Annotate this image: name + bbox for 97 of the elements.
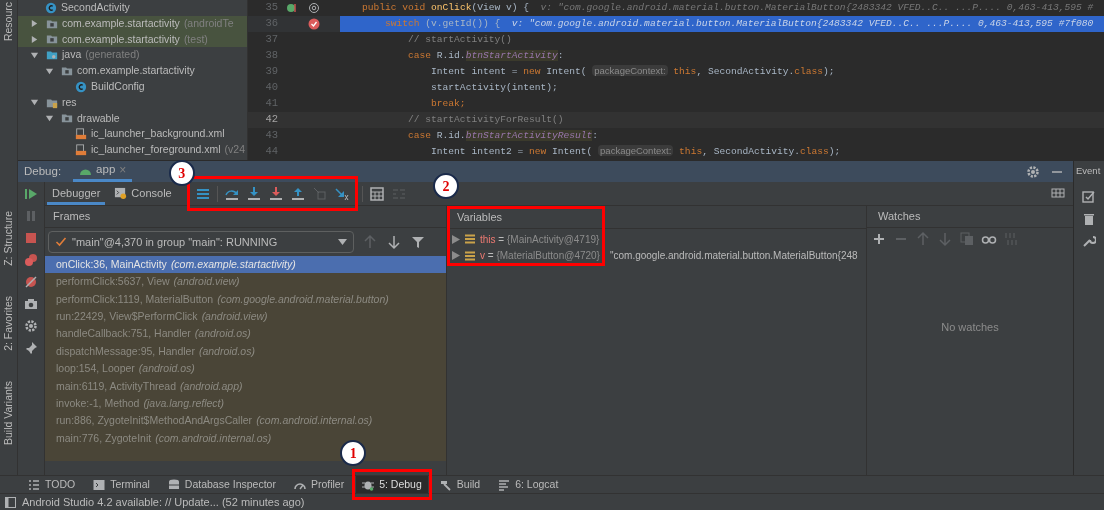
variable-row[interactable]: v = {MaterialButton@4720} "com.google.android.material.button.MaterialButton{248 [480, 248, 858, 264]
session-name: app [96, 162, 116, 178]
panel-title: Event [1076, 164, 1101, 179]
breakpoint-icon[interactable] [308, 18, 320, 30]
hammer-icon [439, 478, 452, 491]
down-icon[interactable] [386, 234, 402, 250]
thread-dropdown[interactable]: "main"@4,370 in group "main": RUNNING [48, 231, 354, 253]
force-step-into-icon[interactable] [267, 185, 284, 202]
field-icon [465, 250, 475, 261]
code-line: break; [430, 96, 466, 111]
code-line: // startActivity() [407, 32, 512, 47]
tree-item[interactable]: drawable [77, 110, 120, 127]
line-number: 43 [264, 128, 278, 144]
frame-item[interactable]: onClick:36, MainActivity (com.example.startactivity) [45, 256, 446, 274]
code-line: Intent intent = new Intent( packageContext: this, SecondActivity.class); [430, 64, 835, 80]
tree-item[interactable]: BuildConfig [91, 79, 145, 95]
code-line: switch (v.getId()) { v: "com.google.android.material.button.MaterialButton{2483342 VFED..C.. ...P.... 0,463-413,595 #7f080 [384, 16, 1094, 31]
line-number: 42 [264, 112, 278, 128]
step-out-icon[interactable] [289, 185, 306, 202]
tree-item[interactable]: ic_launcher_background.xml [91, 126, 225, 143]
tool-window-tab[interactable]: 5: Debug [356, 476, 428, 493]
evaluate-icon[interactable] [368, 185, 385, 202]
checkbox-icon[interactable] [1082, 190, 1096, 204]
line-number: 38 [264, 48, 278, 64]
folder-icon [46, 49, 58, 62]
settings-icon[interactable] [1025, 163, 1041, 180]
folder-icon [46, 33, 58, 46]
settings-icon[interactable] [23, 318, 39, 334]
trash-icon[interactable] [1082, 212, 1096, 226]
step-number: 2 [433, 173, 459, 199]
tree-item[interactable]: com.example.startactivity [77, 63, 195, 79]
list-icon [28, 478, 40, 491]
variable-row[interactable]: this = {MainActivity@4719} [480, 231, 600, 247]
tree-item[interactable]: SecondActivity [61, 0, 130, 16]
panel-icon[interactable] [5, 496, 16, 508]
resume-icon[interactable] [23, 186, 39, 202]
line-number: 37 [264, 32, 278, 48]
wrench-icon[interactable] [1082, 234, 1096, 248]
tool-window-tab[interactable]: Profiler [287, 476, 351, 493]
log-icon [498, 478, 511, 491]
step-into-icon[interactable] [245, 185, 262, 202]
code-line: public void onClick(View v) { v: "com.google.android.material.button.MaterialButton{2483342 VFED..C.. ...P.... 0,463-413,595 # [361, 0, 1094, 15]
tree-item[interactable]: com.example.startactivity [62, 15, 180, 32]
line-number: 44 [264, 144, 278, 160]
class-icon [45, 1, 57, 14]
tree-item-note: (test) [183, 31, 208, 47]
tool-window-tab[interactable]: Build Variants [0, 380, 17, 445]
line-number: 41 [264, 96, 278, 112]
checkmark-icon [55, 236, 67, 248]
filter-icon[interactable] [410, 234, 426, 250]
line-number: 35 [264, 0, 278, 16]
tool-window-tab[interactable]: 2: Favorites [0, 295, 17, 351]
tool-window-tab[interactable]: Z: Structure [0, 211, 17, 266]
mute-icon[interactable] [23, 274, 39, 290]
at-sign-icon [308, 2, 320, 14]
tool-window-tab[interactable]: TODO [22, 476, 82, 493]
dropdown-arrow-icon [338, 239, 347, 245]
folder-icon [61, 65, 73, 78]
class-icon [75, 80, 87, 93]
panel-header: Watches [878, 209, 921, 225]
folder-icon [61, 112, 73, 125]
panel-header: Variables [457, 209, 503, 225]
tree-item-note: (androidTe [183, 15, 234, 31]
tree-item[interactable]: com.example.startactivity [62, 31, 180, 48]
tool-window-tab[interactable]: Build [433, 476, 487, 493]
stop-icon[interactable] [23, 230, 39, 246]
tree-item-note: (generated) [85, 47, 140, 63]
override-icon[interactable] [286, 2, 298, 14]
line-number: 39 [264, 64, 278, 80]
tree-item[interactable]: java [62, 47, 82, 64]
run-to-cursor-icon[interactable] [333, 185, 350, 202]
tool-window-tab[interactable]: Database Inspector [161, 476, 282, 493]
tree-item[interactable]: res [62, 94, 77, 111]
tool-window-tab[interactable]: Terminal [87, 476, 156, 493]
field-icon [465, 234, 475, 245]
code-line: // startActivityForResult() [407, 112, 564, 127]
code-line: startActivity(intent); [430, 80, 558, 95]
line-number: 40 [264, 80, 278, 96]
add-icon[interactable] [871, 231, 887, 247]
xml-file-icon [75, 128, 87, 141]
xml-file-icon [75, 144, 87, 157]
status-text: Android Studio 4.2 available: // Update... (52 minutes ago) [22, 494, 305, 510]
session-tab[interactable]: app × [73, 161, 133, 182]
code-line: Intent intent2 = new Intent( packageContext: this, SecondActivity.class); [430, 144, 841, 160]
panel-title: Debug: [24, 163, 62, 179]
tool-window-tab[interactable]: Resourc [0, 2, 17, 42]
breakpoints-icon[interactable] [23, 252, 39, 268]
camera-icon[interactable] [23, 296, 39, 312]
tree-item-note: (v24 [224, 142, 245, 158]
console-icon [114, 187, 128, 200]
tree-item[interactable]: ic_launcher_foreground.xml [91, 142, 221, 158]
panel-header: Frames [53, 209, 91, 225]
empty-message: No watches [941, 320, 999, 336]
code-line: case R.id.btnStartActivity: [407, 48, 564, 63]
debugger-tab[interactable]: Debugger [47, 182, 106, 205]
tool-window-tab[interactable]: 6: Logcat [492, 476, 565, 493]
code-line: case R.id.btnStartActivityResult: [407, 128, 599, 143]
